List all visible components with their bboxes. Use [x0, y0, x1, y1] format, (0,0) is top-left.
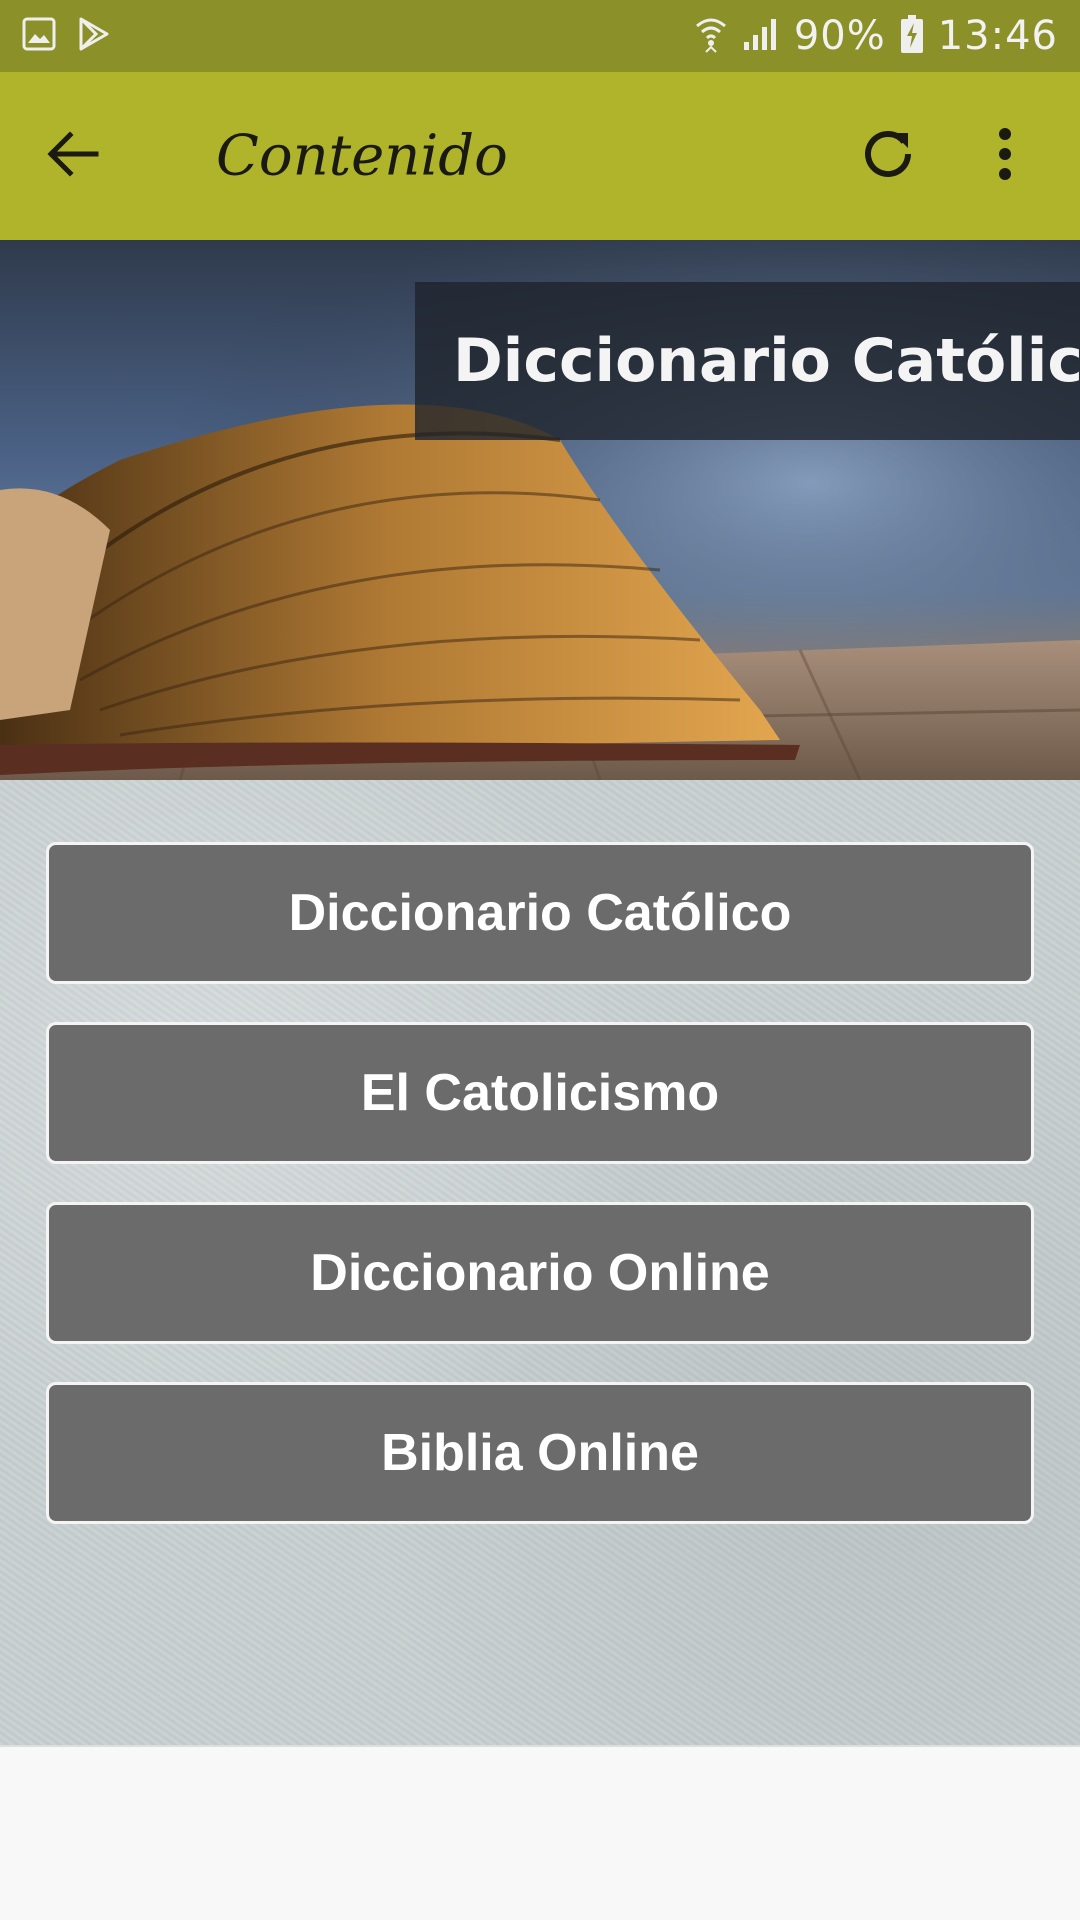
menu-button-biblia-online[interactable]: Biblia Online	[46, 1382, 1034, 1524]
menu-button-label: Biblia Online	[381, 1424, 699, 1482]
menu-button-label: Diccionario Online	[310, 1244, 770, 1302]
header-banner: Diccionario Católico	[0, 240, 1080, 780]
gallery-icon	[22, 17, 56, 56]
status-right: 90% 13:46	[694, 13, 1058, 59]
wifi-icon	[694, 14, 728, 59]
battery-percentage: 90%	[793, 13, 886, 59]
menu-button-label: Diccionario Católico	[288, 884, 792, 942]
battery-charging-icon	[900, 14, 924, 59]
status-bar: 90% 13:46	[0, 0, 1080, 72]
banner-title: Diccionario Católico	[453, 326, 1080, 396]
menu-button-diccionario-catolico[interactable]: Diccionario Católico	[46, 842, 1034, 984]
bottom-blank-area	[0, 1745, 1080, 1920]
overflow-menu-button[interactable]	[980, 116, 1030, 196]
refresh-button[interactable]	[852, 120, 924, 192]
app-bar: Contenido	[0, 72, 1080, 240]
menu-button-label: El Catolicismo	[360, 1064, 720, 1122]
content-area: Diccionario Católico El Catolicismo Dicc…	[0, 780, 1080, 1745]
status-left	[22, 16, 112, 57]
banner-caption: Diccionario Católico	[415, 282, 1080, 440]
back-button[interactable]	[38, 121, 108, 191]
arrow-back-icon	[46, 130, 100, 182]
menu-button-diccionario-online[interactable]: Diccionario Online	[46, 1202, 1034, 1344]
refresh-icon	[862, 128, 914, 185]
play-store-icon	[76, 16, 112, 57]
more-vert-icon	[997, 126, 1013, 187]
page-title: Contenido	[216, 123, 508, 189]
clock: 13:46	[937, 13, 1058, 59]
menu-button-el-catolicismo[interactable]: El Catolicismo	[46, 1022, 1034, 1164]
signal-icon	[742, 16, 780, 57]
menu-list: Diccionario Católico El Catolicismo Dicc…	[46, 842, 1034, 1562]
